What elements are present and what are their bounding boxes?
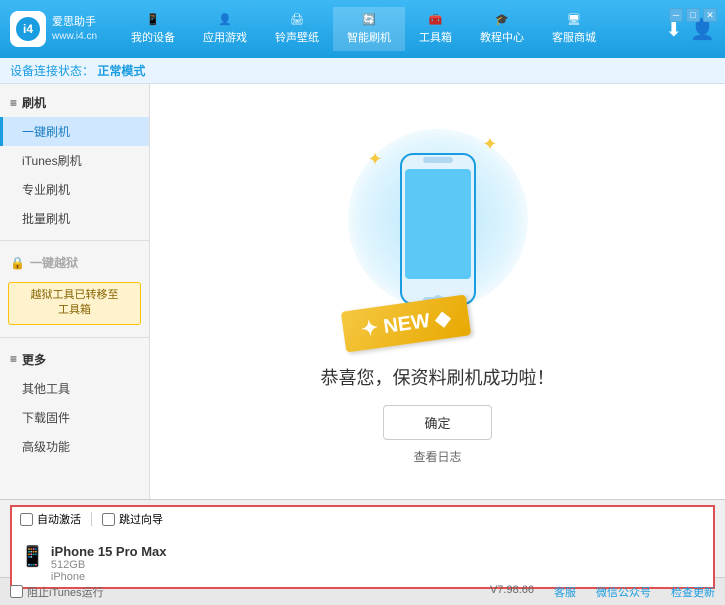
success-message: 恭喜您，保资料刷机成功啦！ [321,364,555,390]
sparkle-right: ✦ [482,134,497,155]
itunes-check: 阻止iTunes运行 [10,584,104,600]
main-layout: ≡ 刷机 一键刷机 iTunes刷机 专业刷机 批量刷机 🔒 一键越狱 越狱工具… [0,84,725,499]
device-type: iPhone [51,571,167,583]
sidebar-header-flash: ≡ 刷机 [0,88,149,117]
phone-svg [393,149,483,309]
nav-apps[interactable]: 👤 应用游戏 [189,7,261,51]
sidebar-item-onekey[interactable]: 一键刷机 [0,117,149,146]
sidebar: ≡ 刷机 一键刷机 iTunes刷机 专业刷机 批量刷机 🔒 一键越狱 越狱工具… [0,84,150,499]
apps-icon: 👤 [218,13,232,26]
auto-activate-row: 自动激活 跳过向导 [20,511,167,527]
device-storage: 512GB [51,559,167,571]
window-controls: ─ □ ✕ [669,8,717,22]
sidebar-item-itunes[interactable]: iTunes刷机 [0,146,149,175]
new-banner: ✦ NEW ◆ [340,294,470,352]
sidebar-item-batch[interactable]: 批量刷机 [0,204,149,233]
auto-guide-label[interactable]: 跳过向导 [102,511,163,527]
sidebar-divider-2 [0,337,149,338]
jailbreak-notice: 越狱工具已转移至工具箱 [8,282,141,325]
sidebar-item-download-fw[interactable]: 下载固件 [0,403,149,432]
logo-text: 爱思助手 www.i4.cn [52,15,97,42]
logo-icon: i4 [10,11,46,47]
nav-tutorial[interactable]: 🎓 教程中心 [466,7,538,51]
options-column: 自动激活 跳过向导 📱 iPhone 15 Pro Max 512GB iPho… [20,511,167,583]
sidebar-section-more: ≡ 更多 其他工具 下载固件 高级功能 [0,341,149,465]
device-name: iPhone 15 Pro Max [51,544,167,559]
sidebar-item-other-tools[interactable]: 其他工具 [0,374,149,403]
sidebar-item-pro[interactable]: 专业刷机 [0,175,149,204]
flash-section-icon: ≡ [10,96,17,110]
app-header: i4 爱思助手 www.i4.cn 📱 我的设备 👤 应用游戏 🖨 铃声壁纸 🔄… [0,0,725,58]
phone-illustration: ✦ NEW ◆ ✦ ✦ [338,119,538,339]
nav-flash[interactable]: 🔄 智能刷机 [333,7,405,51]
sidebar-divider-1 [0,240,149,241]
device-info: 📱 iPhone 15 Pro Max 512GB iPhone [20,544,167,583]
nav-ringtones[interactable]: 🖨 铃声壁纸 [261,7,333,51]
device-icon: 📱 [146,13,160,26]
sidebar-section-jailbreak: 🔒 一键越狱 越狱工具已转移至工具箱 [0,244,149,334]
nav-toolbox[interactable]: 🧰 工具箱 [405,7,466,51]
app-logo: i4 爱思助手 www.i4.cn [10,11,97,47]
tutorial-icon: 🎓 [495,13,509,26]
statusbar-right: V7.98.66 客服 微信公众号 检查更新 [490,584,715,600]
check-update-link[interactable]: 检查更新 [671,584,715,600]
flash-icon: 🔄 [362,13,376,26]
device-details: iPhone 15 Pro Max 512GB iPhone [51,544,167,583]
block-itunes-checkbox[interactable] [10,585,23,598]
version-label: V7.98.66 [490,584,534,600]
log-link[interactable]: 查看日志 [413,448,461,465]
sidebar-item-advanced[interactable]: 高级功能 [0,432,149,461]
wechat-link[interactable]: 微信公众号 [596,584,651,600]
nav-bar: 📱 我的设备 👤 应用游戏 🖨 铃声壁纸 🔄 智能刷机 🧰 工具箱 🎓 教程中心… [117,7,665,51]
main-content: ✦ NEW ◆ ✦ ✦ 恭喜您，保资料刷机成功啦！ 确定 查看日志 [150,84,725,499]
confirm-button[interactable]: 确定 [383,405,491,440]
close-button[interactable]: ✕ [703,8,717,22]
shop-icon: 🖥 [567,13,581,26]
more-section-icon: ≡ [10,352,17,366]
sidebar-header-jailbreak: 🔒 一键越狱 [0,248,149,277]
lock-icon: 🔒 [10,256,25,270]
maximize-button[interactable]: □ [686,8,700,22]
ringtone-icon: 🖨 [290,13,304,26]
subheader: 设备连接状态： 正常模式 [0,58,725,84]
phone-small-icon: 📱 [20,544,45,569]
minimize-button[interactable]: ─ [669,8,683,22]
auto-activate-label[interactable]: 自动激活 [20,511,81,527]
nav-my-device[interactable]: 📱 我的设备 [117,7,189,51]
nav-shop[interactable]: 🖥 客服商城 [538,7,610,51]
svg-text:i4: i4 [23,22,33,36]
auto-guide-checkbox[interactable] [102,513,115,526]
toolbox-icon: 🧰 [429,13,443,26]
customer-service-link[interactable]: 客服 [554,584,576,600]
device-panel: 自动激活 跳过向导 📱 iPhone 15 Pro Max 512GB iPho… [10,505,715,589]
auto-activate-checkbox[interactable] [20,513,33,526]
sidebar-section-flash: ≡ 刷机 一键刷机 iTunes刷机 专业刷机 批量刷机 [0,84,149,237]
sparkle-left: ✦ [368,149,383,170]
options-separator [91,512,92,526]
sidebar-header-more: ≡ 更多 [0,345,149,374]
